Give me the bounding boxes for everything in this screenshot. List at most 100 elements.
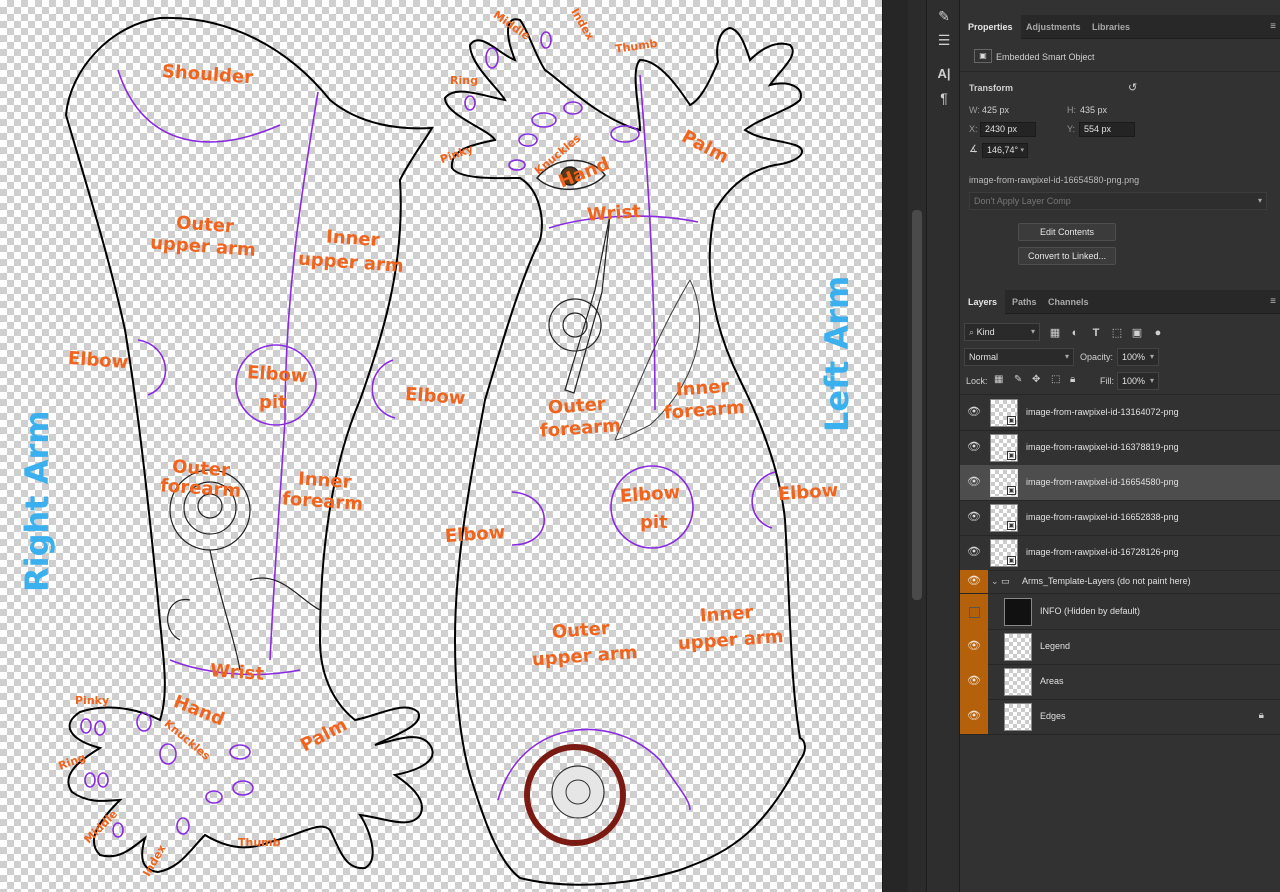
- layer-name[interactable]: image-from-rawpixel-id-16728126-png: [1026, 535, 1179, 570]
- eye-icon[interactable]: 👁︎: [960, 395, 988, 430]
- y-label: Y:: [1067, 124, 1076, 134]
- smart-object-badge-icon: ▣: [1007, 451, 1016, 460]
- layer-row[interactable]: 👁︎ ▣ image-from-rawpixel-id-13164072-png: [960, 395, 1280, 431]
- convert-to-linked-button[interactable]: Convert to Linked...: [1018, 247, 1116, 265]
- paragraph-icon[interactable]: ¶: [933, 88, 955, 108]
- filter-smart-object-icon[interactable]: ▣: [1130, 326, 1144, 340]
- filter-shape-icon[interactable]: ⬚: [1110, 326, 1124, 340]
- reset-transform-icon[interactable]: ↺: [1128, 81, 1137, 94]
- angle-value: 146,74°: [987, 145, 1019, 155]
- label-left-inner-upper-arm-1: Inner: [699, 602, 754, 627]
- layer-name[interactable]: image-from-rawpixel-id-16378819-png: [1026, 430, 1179, 465]
- eye-icon[interactable]: 👁︎: [960, 699, 988, 734]
- height-value[interactable]: 435 px: [1080, 105, 1107, 115]
- width-label: W:: [969, 105, 980, 115]
- label-left-wrist: Wrist: [586, 201, 642, 226]
- edit-contents-button[interactable]: Edit Contents: [1018, 223, 1116, 241]
- label-right-arm: Right Arm: [18, 410, 56, 592]
- smart-object-badge-icon: ▣: [1007, 416, 1016, 425]
- chevron-down-icon: ▾: [1149, 352, 1154, 361]
- filter-type-icon[interactable]: T: [1089, 326, 1103, 340]
- layer-thumbnail: ▣: [990, 434, 1018, 462]
- layer-thumbnail: [1004, 703, 1032, 731]
- brush-settings-icon[interactable]: ✎: [933, 6, 955, 26]
- right-panels: Properties Adjustments Libraries ≡ ▣ Emb…: [960, 0, 1280, 892]
- lock-all-icon[interactable]: 🔒︎: [1070, 374, 1075, 385]
- layer-row[interactable]: 👁︎ ▣ image-from-rawpixel-id-16652838-png: [960, 500, 1280, 536]
- tab-adjustments[interactable]: Adjustments: [1018, 15, 1089, 39]
- filter-kind-select[interactable]: ⌕ Kind ▾: [964, 323, 1040, 341]
- filter-toggle-icon[interactable]: ●: [1151, 326, 1165, 340]
- eye-icon[interactable]: 👁︎: [960, 570, 988, 593]
- layer-row-selected[interactable]: 👁︎ ▣ image-from-rawpixel-id-16654580-png: [960, 465, 1280, 501]
- layer-name[interactable]: Areas: [1040, 664, 1064, 699]
- folder-icon: ▭: [1001, 576, 1010, 586]
- lock-transparent-icon[interactable]: ▦: [994, 374, 1003, 385]
- label-right-elbow-pit-1: Elbow: [246, 362, 308, 387]
- layer-name[interactable]: image-from-rawpixel-id-16654580-png: [1026, 465, 1179, 500]
- panel-menu-icon[interactable]: ≡: [1270, 296, 1276, 307]
- lock-artboard-icon[interactable]: ⬚: [1051, 374, 1060, 385]
- tab-libraries[interactable]: Libraries: [1084, 15, 1138, 39]
- layer-row[interactable]: 👁︎ Legend: [960, 629, 1280, 665]
- fill-field[interactable]: 100% ▾: [1117, 372, 1159, 390]
- layer-group-row[interactable]: 👁︎ ⌄ ▭ Arms_Template-Layers (do not pain…: [960, 570, 1280, 594]
- tab-layers[interactable]: Layers: [960, 290, 1006, 314]
- adjustment-sliders-icon[interactable]: ☰: [933, 30, 955, 50]
- label-left-ring: Ring: [450, 74, 478, 87]
- label-left-outer-forearm-1: Outer: [547, 394, 606, 419]
- layer-row[interactable]: INFO (Hidden by default): [960, 594, 1280, 630]
- label-left-palm: Palm: [678, 126, 732, 168]
- layer-comp-select[interactable]: Don't Apply Layer Comp ▾: [969, 192, 1267, 210]
- label-right-elbow-pit-2: pit: [259, 392, 287, 413]
- blend-mode-select[interactable]: Normal ▾: [964, 348, 1074, 366]
- layer-name[interactable]: image-from-rawpixel-id-16652838-png: [1026, 500, 1179, 535]
- eye-icon[interactable]: 👁︎: [960, 465, 988, 500]
- layer-row[interactable]: 👁︎ Areas: [960, 664, 1280, 700]
- label-right-thumb: Thumb: [238, 836, 281, 849]
- x-position-field[interactable]: 2430 px: [980, 122, 1036, 137]
- left-arm-edge: [443, 18, 806, 886]
- layer-name[interactable]: Legend: [1040, 629, 1070, 664]
- layer-row[interactable]: 👁︎ ▣ image-from-rawpixel-id-16378819-png: [960, 430, 1280, 466]
- eye-icon[interactable]: 👁︎: [960, 664, 988, 699]
- panel-toolstrip: ✎ ☰ A| ¶: [926, 0, 960, 892]
- opacity-field[interactable]: 100% ▾: [1117, 348, 1159, 366]
- layer-thumbnail: ▣: [990, 399, 1018, 427]
- object-type-label: Embedded Smart Object: [996, 52, 1095, 62]
- filter-pixel-icon[interactable]: ▦: [1048, 326, 1062, 340]
- tab-paths[interactable]: Paths: [1004, 290, 1045, 314]
- layer-name[interactable]: image-from-rawpixel-id-13164072-png: [1026, 395, 1179, 430]
- label-right-inner-forearm-2: forearm: [281, 488, 363, 515]
- smart-object-badge-icon: ▣: [1007, 486, 1016, 495]
- eye-icon[interactable]: 👁︎: [960, 535, 988, 570]
- scrollbar-thumb[interactable]: [912, 210, 922, 600]
- search-icon: ⌕: [969, 327, 975, 337]
- eye-icon[interactable]: 👁︎: [960, 430, 988, 465]
- layer-row[interactable]: 👁︎ Edges 🔒︎: [960, 699, 1280, 735]
- right-arm-edge: [64, 16, 434, 874]
- character-icon[interactable]: A|: [933, 64, 955, 84]
- layer-name[interactable]: Edges: [1040, 699, 1066, 734]
- eye-icon[interactable]: 👁︎: [960, 500, 988, 535]
- tab-properties[interactable]: Properties: [960, 15, 1021, 39]
- layer-row[interactable]: 👁︎ ▣ image-from-rawpixel-id-16728126-png: [960, 535, 1280, 571]
- arm-template-artwork: Shoulder Outer upper arm Inner upper arm…: [18, 6, 856, 886]
- layer-name[interactable]: INFO (Hidden by default): [1040, 594, 1140, 629]
- tab-channels[interactable]: Channels: [1040, 290, 1097, 314]
- filter-adjustment-icon[interactable]: ◐: [1068, 326, 1082, 340]
- angle-field[interactable]: 146,74° ▾: [982, 143, 1028, 158]
- width-value[interactable]: 425 px: [982, 105, 1009, 115]
- lock-label: Lock:: [966, 376, 988, 386]
- blend-mode-value: Normal: [969, 352, 999, 362]
- document-canvas[interactable]: Shoulder Outer upper arm Inner upper arm…: [0, 0, 882, 892]
- visibility-toggle-hidden[interactable]: [960, 594, 988, 629]
- eye-icon[interactable]: 👁︎: [960, 629, 988, 664]
- chevron-down-icon[interactable]: ⌄: [991, 570, 999, 593]
- dagger-tattoo-image: [548, 214, 611, 394]
- lock-pixels-icon[interactable]: ✎: [1014, 374, 1022, 385]
- group-name[interactable]: Arms_Template-Layers (do not paint here): [1022, 570, 1191, 593]
- y-position-field[interactable]: 554 px: [1079, 122, 1135, 137]
- lock-position-icon[interactable]: ✥: [1032, 374, 1040, 385]
- panel-menu-icon[interactable]: ≡: [1270, 21, 1276, 32]
